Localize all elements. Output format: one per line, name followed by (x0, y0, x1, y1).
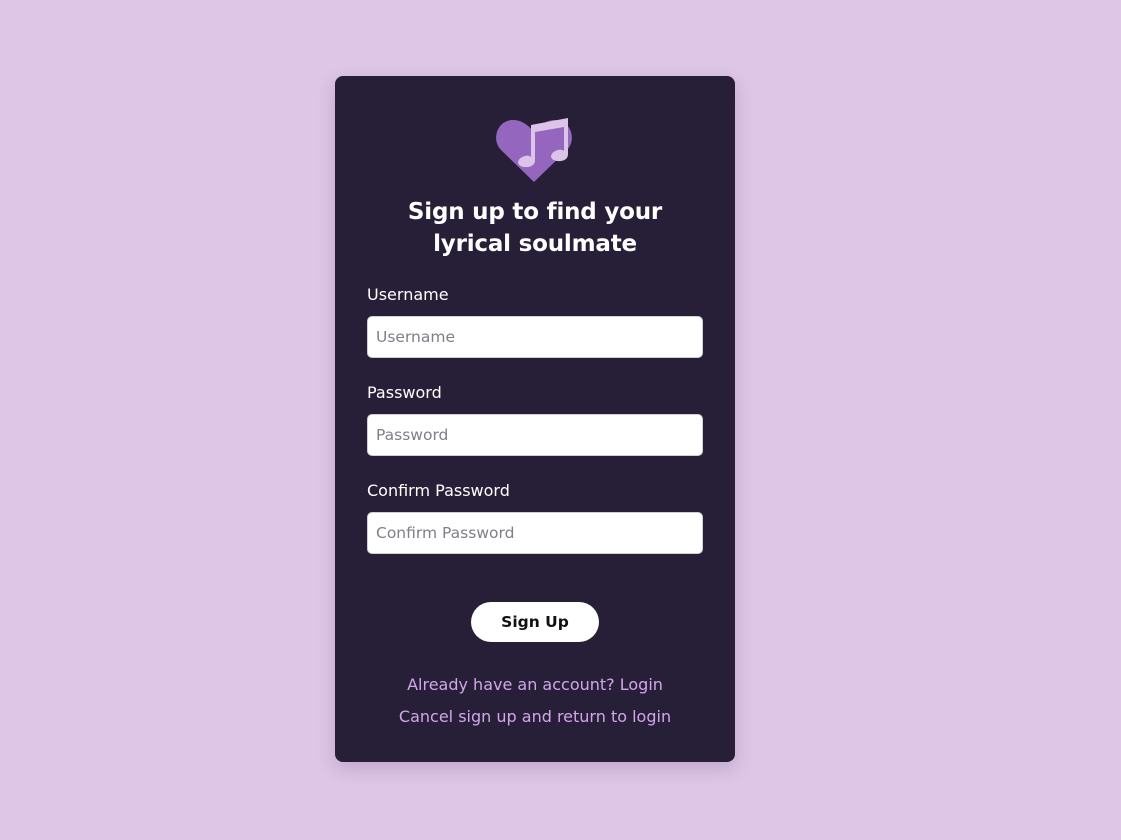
username-input[interactable] (367, 316, 703, 358)
page-title: Sign up to find your lyrical soulmate (407, 199, 663, 257)
signup-card: Sign up to find your lyrical soulmate Us… (335, 76, 735, 762)
sign-up-button[interactable]: Sign Up (471, 602, 599, 642)
confirm-password-input[interactable] (367, 512, 703, 554)
password-label: Password (367, 383, 442, 402)
password-input[interactable] (367, 414, 703, 456)
cancel-signup-link[interactable]: Cancel sign up and return to login (335, 707, 735, 727)
username-label: Username (367, 285, 449, 304)
heart-music-note-icon (496, 118, 572, 182)
login-link[interactable]: Already have an account? Login (335, 675, 735, 695)
confirm-password-label: Confirm Password (367, 481, 510, 500)
